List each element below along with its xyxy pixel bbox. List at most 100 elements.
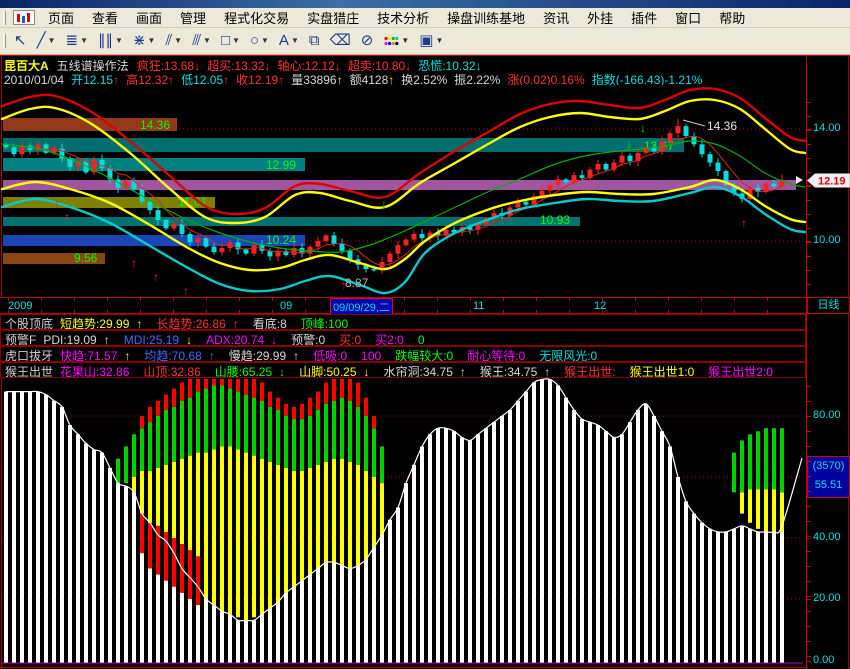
period-selector[interactable]: 日线 [807, 297, 850, 314]
line-tool[interactable]: ╱ ▼ [34, 31, 59, 51]
dropdown-caret-icon[interactable]: ▼ [291, 32, 299, 50]
dropdown-caret-icon[interactable]: ▼ [148, 32, 156, 50]
indicator-value-text-2: 轴心:12.12 [277, 59, 335, 71]
menu-item-4[interactable]: 程式化交易 [215, 6, 298, 29]
menu-items: 页面 查看 画面 管理 程式化交易 实盘猎庄 技术分析 操盘训练基地 资讯 外挂 插件 窗口 帮助 [39, 6, 754, 29]
menu-item-10[interactable]: 插件 [622, 6, 666, 29]
row3-field-4: 水帘洞:34.75 ↑ [384, 365, 473, 377]
channel-tool[interactable]: ⫽ ▼ [162, 31, 185, 51]
row3-field-text-1: 山顶:32.86 [143, 365, 201, 378]
menu-item-9[interactable]: 外挂 [578, 6, 622, 29]
row3-field-1: 山顶:32.86 [143, 365, 207, 378]
x-axis-label-4: 12 [594, 300, 607, 312]
indicator-row-label[interactable]: 虎口拔牙 [5, 349, 53, 361]
row2-field-text-6: 耐心等待:0 [467, 349, 526, 362]
row2-field-text-3: 低吸:0 [313, 349, 348, 362]
dropdown-caret-icon[interactable]: ▼ [232, 32, 240, 50]
x-axis-tick [173, 310, 174, 313]
palette-tool[interactable]: ▼ [380, 31, 412, 51]
dropdown-caret-icon[interactable]: ▼ [174, 32, 182, 50]
toolbar-grip[interactable] [3, 34, 6, 48]
row0-field-text-1: 长趋势:26.86 [156, 317, 226, 330]
x-axis-strip: 2009 09 09/09/29,二 11 12 [0, 297, 806, 316]
indicator-value-text-3: 超卖:10.80 [347, 59, 406, 71]
menu-item-2[interactable]: 画面 [127, 6, 171, 29]
dropdown-caret-icon[interactable]: ▼ [80, 32, 88, 50]
row0-field-3: 顶峰:100 [301, 317, 355, 329]
dropdown-caret-icon[interactable]: ▼ [203, 32, 211, 50]
indicator-method-name: 五线谱操作法 [56, 59, 129, 71]
dropdown-caret-icon[interactable]: ▼ [48, 32, 56, 50]
trend-lines-tool[interactable]: ≣ ▼ [63, 31, 92, 51]
trend-arrow-icon: ↓ [475, 59, 482, 71]
menubar-grip[interactable] [3, 10, 6, 25]
y-axis-tick [807, 284, 811, 285]
y-axis-tick [807, 656, 811, 657]
trend-arrow-icon: ↑ [208, 349, 215, 362]
rectangle-tool[interactable]: □ ▼ [218, 31, 243, 51]
menu-item-1[interactable]: 查看 [83, 6, 127, 29]
row2-field-text-2: 慢趋:29.99 [228, 349, 287, 362]
save-tool[interactable]: ▣ ▼ [416, 31, 446, 51]
dropdown-caret-icon[interactable]: ▼ [261, 32, 269, 50]
menu-item-6[interactable]: 技术分析 [368, 6, 438, 29]
row1-field-text-2: ADX:20.74 [206, 333, 265, 346]
row3-field-2: 山腰:65.25 ↓ [215, 365, 292, 377]
y-axis-tick [807, 611, 811, 612]
row2-field-text-1: 均趋:70.68 [144, 349, 202, 362]
x-axis-tick [74, 310, 75, 313]
copy-tool[interactable]: ⧉ [306, 31, 323, 51]
menu-item-0[interactable]: 页面 [39, 6, 83, 29]
y-axis-tick [807, 446, 811, 447]
menu-item-3[interactable]: 管理 [171, 6, 215, 29]
fan-lines-tool[interactable]: ⋇ ▼ [130, 31, 159, 51]
sub-y-label-3: 0.00 [813, 654, 835, 666]
dropdown-caret-icon[interactable]: ▼ [115, 32, 123, 50]
y-axis-tick [807, 491, 811, 492]
y-axis-tick [807, 256, 811, 257]
row0-field-2: 看底:8 [253, 317, 294, 329]
indicator-row-label[interactable]: 猴王出世 [5, 365, 53, 377]
main-candlestick-chart[interactable]: 14.3613.6712.9911.6110.9310.249.56↑↑↑↑↑ ↑… [0, 85, 806, 297]
eraser-tool[interactable]: ⌫ [327, 31, 354, 51]
menu-item-11[interactable]: 窗口 [666, 6, 710, 29]
no-draw-tool[interactable]: ⊘ [358, 31, 377, 51]
text-tool[interactable]: A ▼ [276, 31, 302, 51]
row2-field-text-4: 100 [361, 349, 382, 362]
y-axis-tick [807, 144, 811, 145]
menu-item-12[interactable]: 帮助 [710, 6, 754, 29]
indicator-row-3: 猴王出世 花果山:32.86 山顶:32.86 山腰:65.25 ↓ 山脚:50.25 ↓ 水… [0, 362, 806, 378]
indicator-row-0: 个股顶底 短趋势:29.99 ↑ 长趋势:26.86 ↑ 看底:8 顶峰:100 [0, 314, 806, 330]
fan-lines-tool-icon: ⋇ [132, 32, 146, 49]
trend-arrow-icon: ↑ [168, 73, 175, 85]
row3-field-5: 猴王:34.75 ↑ [480, 365, 557, 377]
x-axis-tick [107, 298, 108, 301]
trend-arrow-icon: ↓ [264, 59, 271, 71]
ellipse-tool[interactable]: ○ ▼ [247, 31, 272, 51]
x-axis-label-1: 09 [280, 300, 293, 312]
menu-item-5[interactable]: 实盘猎庄 [298, 6, 368, 29]
stock-name[interactable]: 昆百大A [4, 59, 49, 71]
x-axis-tick [668, 310, 669, 313]
menu-item-8[interactable]: 资讯 [534, 6, 578, 29]
y-axis-tick [807, 536, 811, 537]
pointer-tool[interactable]: ↖ [11, 31, 30, 51]
quote-field-text-9: 涨(0.02)0.16% [507, 73, 585, 85]
indicator-row-label[interactable]: 个股顶底 [5, 317, 53, 329]
row3-field-text-6: 猴王出世: [564, 365, 616, 378]
sub-y-label-1: 40.00 [813, 531, 841, 543]
indicator-row-label[interactable]: 预警F [5, 333, 36, 345]
quote-field-text-7: 换2.52% [401, 73, 448, 85]
quote-field-6: 额4128↑ [350, 73, 395, 85]
indicator-histogram-chart[interactable] [0, 378, 806, 667]
row2-field-3: 低吸:0 [313, 349, 354, 362]
x-axis-tick [437, 310, 438, 313]
row3-field-7: 猴王出世1:0 [630, 365, 702, 377]
hatch-lines-tool[interactable]: ⫻ ▼ [189, 31, 214, 51]
dropdown-caret-icon[interactable]: ▼ [435, 32, 443, 50]
dropdown-caret-icon[interactable]: ▼ [401, 32, 409, 50]
trend-arrow-icon: ↓ [334, 59, 341, 71]
menu-item-7[interactable]: 操盘训练基地 [438, 6, 534, 29]
vertical-lines-tool[interactable]: ∥∥ ▼ [95, 31, 126, 51]
quote-field-2: 高12.32↑ [126, 73, 174, 85]
